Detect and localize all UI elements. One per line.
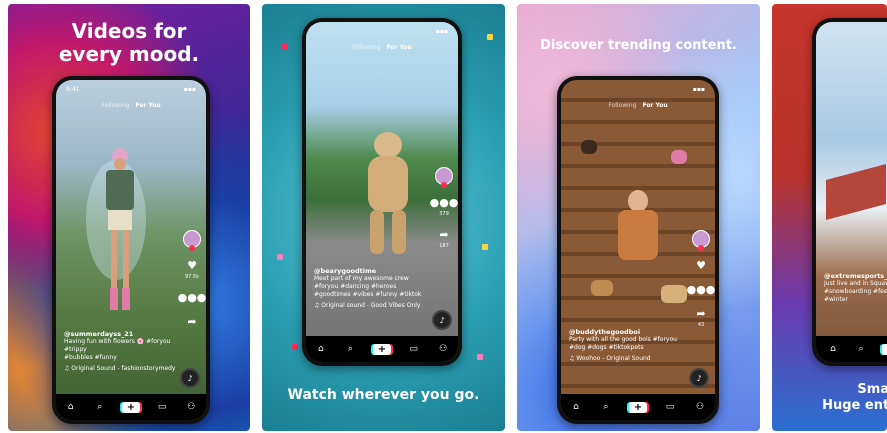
phone-mockup: @extremesports_95 Just live and in Squaw…: [812, 18, 887, 366]
panel-headline: Videos for every mood.: [58, 19, 200, 66]
discover-icon[interactable]: ⌕: [93, 400, 107, 414]
like-count: 97.5k: [184, 274, 200, 280]
share-icon[interactable]: ➦: [694, 306, 708, 320]
tab-for-you[interactable]: For You: [135, 102, 160, 109]
bottom-nav: ⌂ ⌕ + ▭ ⚇: [56, 394, 206, 420]
sound-label[interactable]: ♫ Woohoo - Original Sound: [569, 355, 687, 363]
creator-avatar[interactable]: [435, 167, 453, 188]
phone-mockup: ▪▪▪ Following For You ●●● 379 ➦ 187 @bear…: [302, 18, 462, 366]
feed-tabs: Following For You: [561, 102, 715, 109]
hashtags[interactable]: #foryou #dancing #heroes #goodtimes #vib…: [314, 283, 430, 299]
discover-icon[interactable]: ⌕: [854, 342, 868, 356]
video-caption: @bearygoodtime Meet part of my awesome c…: [314, 267, 430, 310]
building-figure: [826, 163, 886, 221]
hashtags[interactable]: #snowboarding #feelings #winter: [824, 288, 887, 304]
profile-icon[interactable]: ⚇: [436, 342, 450, 356]
panel-headline: Discover trending content.: [540, 38, 737, 53]
feed-tabs: Following For You: [306, 44, 458, 51]
dog-figure: [671, 150, 687, 164]
promo-panel-3: Discover trending content. ▪▪▪ Following…: [517, 4, 760, 431]
tab-following[interactable]: Following: [352, 44, 380, 51]
tab-for-you[interactable]: For You: [386, 44, 411, 51]
sound-label[interactable]: ♫ Original Sound - fashionstorymedy: [64, 365, 178, 373]
create-button[interactable]: +: [629, 401, 647, 413]
hashtags[interactable]: #bubbles #funny: [64, 354, 178, 362]
comment-count: 379: [439, 211, 449, 217]
sound-disc-icon[interactable]: ♪: [432, 310, 452, 330]
person-figure: [616, 190, 660, 270]
home-icon[interactable]: ⌂: [314, 342, 328, 356]
comment-icon[interactable]: ●●●: [178, 290, 206, 304]
bottom-nav: ⌂ ⌕ +: [816, 336, 887, 362]
caption-text: Just live and in Squaw: [824, 280, 887, 287]
tab-for-you[interactable]: For You: [642, 102, 667, 109]
teddy-bear-figure: [364, 132, 412, 262]
action-rail: ♥ ●●● ➦ 43: [687, 230, 715, 328]
promo-panel-4: @extremesports_95 Just live and in Squaw…: [772, 4, 887, 431]
video-caption: @buddythegoodboi Party with all the good…: [569, 328, 687, 363]
share-count: 187: [439, 243, 449, 249]
profile-icon[interactable]: ⚇: [693, 400, 707, 414]
comment-icon[interactable]: ●●●: [687, 282, 715, 296]
panel-headline: Watch wherever you go.: [287, 387, 480, 403]
username[interactable]: @summerdayss_21: [64, 330, 178, 338]
dog-figure: [581, 140, 597, 154]
inbox-icon[interactable]: ▭: [155, 400, 169, 414]
bottom-nav: ⌂ ⌕ + ▭ ⚇: [306, 336, 458, 362]
sound-label[interactable]: ♫ Original sound - Good Vibes Only: [314, 302, 430, 310]
create-button[interactable]: +: [372, 343, 391, 355]
username[interactable]: @buddythegoodboi: [569, 328, 687, 336]
heart-icon[interactable]: ♥: [185, 258, 199, 272]
caption-text: Party with all the good bois #foryou: [569, 336, 677, 343]
share-icon[interactable]: ➦: [185, 314, 199, 328]
bottom-nav: ⌂ ⌕ + ▭ ⚇: [561, 394, 715, 420]
profile-icon[interactable]: ⚇: [184, 400, 198, 414]
create-button[interactable]: +: [121, 401, 140, 413]
discover-icon[interactable]: ⌕: [343, 342, 357, 356]
caption-text: Meet part of my awesome crew: [314, 275, 409, 282]
phone-screen: @extremesports_95 Just live and in Squaw…: [816, 22, 887, 362]
share-icon[interactable]: ➦: [437, 227, 451, 241]
hashtags[interactable]: #dog #dogs #tiktokpets: [569, 344, 687, 352]
panel-headline: Small Huge ente: [822, 382, 887, 413]
home-icon[interactable]: ⌂: [569, 400, 583, 414]
heart-icon[interactable]: ♥: [694, 258, 708, 272]
phone-mockup: 9:41 ▪▪▪ Following For You ♥ 97.5k ●●● ➦ @…: [52, 76, 210, 424]
username[interactable]: @bearygoodtime: [314, 267, 430, 275]
share-count: 43: [697, 322, 705, 328]
create-button[interactable]: +: [882, 343, 887, 355]
feed-tabs: Following For You: [56, 102, 206, 109]
action-rail: ♥ 97.5k ●●● ➦: [178, 230, 206, 328]
phone-screen: ▪▪▪ Following For You ●●● 379 ➦ 187 @bear…: [306, 22, 458, 362]
tab-following[interactable]: Following: [608, 102, 636, 109]
dog-figure: [591, 280, 613, 296]
phone-screen: 9:41 ▪▪▪ Following For You ♥ 97.5k ●●● ➦ @…: [56, 80, 206, 420]
dog-figure: [661, 285, 687, 303]
promo-panel-2: ▪▪▪ Following For You ●●● 379 ➦ 187 @bear…: [262, 4, 505, 431]
phone-screen: ▪▪▪ Following For You ♥ ●●● ➦ 43 @buddyth…: [561, 80, 715, 420]
sound-disc-icon[interactable]: ♪: [180, 368, 200, 388]
creator-avatar[interactable]: [183, 230, 201, 251]
status-bar: ▪▪▪: [692, 86, 705, 93]
action-rail: ●●● 379 ➦ 187: [430, 167, 458, 249]
phone-mockup: ▪▪▪ Following For You ♥ ●●● ➦ 43 @buddyth…: [557, 76, 719, 424]
status-bar: 9:41 ▪▪▪: [66, 86, 196, 93]
comment-icon[interactable]: ●●●: [430, 195, 458, 209]
status-bar: ▪▪▪: [435, 28, 448, 35]
video-caption: @extremesports_95 Just live and in Squaw…: [824, 272, 887, 304]
inbox-icon[interactable]: ▭: [663, 400, 677, 414]
inbox-icon[interactable]: ▭: [407, 342, 421, 356]
person-figure: [102, 148, 138, 318]
caption-text: Having fun with flowers 🌸 #foryou #tripp…: [64, 338, 171, 353]
creator-avatar[interactable]: [692, 230, 710, 251]
sound-disc-icon[interactable]: ♪: [689, 368, 709, 388]
tab-following[interactable]: Following: [101, 102, 129, 109]
discover-icon[interactable]: ⌕: [599, 400, 613, 414]
username[interactable]: @extremesports_95: [824, 272, 887, 280]
video-caption: @summerdayss_21 Having fun with flowers …: [64, 330, 178, 373]
promo-panel-1: Videos for every mood. 9:41 ▪▪▪ Following…: [8, 4, 250, 431]
home-icon[interactable]: ⌂: [64, 400, 78, 414]
home-icon[interactable]: ⌂: [826, 342, 840, 356]
